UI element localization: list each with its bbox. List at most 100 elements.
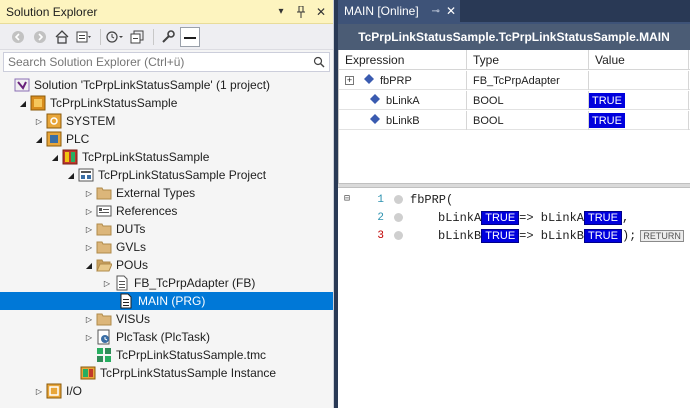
collapsed-arrow-icon[interactable]: ▷ bbox=[32, 382, 46, 400]
tree-node-external-types[interactable]: ▷ External Types bbox=[0, 184, 333, 202]
properties-wrench-icon[interactable] bbox=[158, 27, 178, 47]
search-dropdown-icon[interactable] bbox=[309, 56, 329, 68]
variable-icon bbox=[370, 114, 380, 127]
tab-close-icon[interactable]: ✕ bbox=[446, 4, 456, 18]
pending-changes-filter-icon[interactable] bbox=[105, 27, 125, 47]
collapsed-arrow-icon[interactable]: ▷ bbox=[82, 184, 96, 202]
expand-plus-icon[interactable]: + bbox=[345, 76, 354, 85]
pou-file-icon bbox=[114, 275, 130, 291]
tree-node-visus[interactable]: ▷ VISUs bbox=[0, 310, 333, 328]
tree-node-main-prg[interactable]: MAIN (PRG) bbox=[0, 292, 333, 310]
tab-main-online[interactable]: MAIN [Online] ⊸ ✕ bbox=[338, 0, 460, 22]
collapse-all-icon[interactable] bbox=[127, 27, 147, 47]
tree-node-references[interactable]: ▷ References bbox=[0, 202, 333, 220]
column-header-type[interactable]: Type bbox=[467, 50, 589, 70]
tree-node-system[interactable]: ▷ SYSTEM bbox=[0, 112, 333, 130]
tree-node-plc[interactable]: ◢ PLC bbox=[0, 130, 333, 148]
tree-node-plc-project[interactable]: ◢ TcPrpLinkStatusSample bbox=[0, 148, 333, 166]
breakpoint-marker-icon[interactable] bbox=[394, 195, 403, 204]
code-line-2[interactable]: 2 bLinkA TRUE => bLinkA TRUE, bbox=[338, 208, 690, 227]
instance-path-header: TcPrpLinkStatusSample.TcPrpLinkStatusSam… bbox=[338, 24, 690, 50]
twincat-project-icon bbox=[30, 95, 46, 111]
tree-node-solution[interactable]: Solution 'TcPrpLinkStatusSample' (1 proj… bbox=[0, 76, 333, 94]
line-number: 1 bbox=[377, 193, 384, 206]
back-button[interactable] bbox=[8, 27, 28, 47]
tmc-icon bbox=[96, 347, 112, 363]
tree-node-pous[interactable]: ◢ POUs bbox=[0, 256, 333, 274]
preview-selected-items-icon[interactable] bbox=[180, 26, 200, 47]
code-editor[interactable]: ⊟ 1 fbPRP( 2 bLinkA TRUE => bLinkA TRUE, 3 … bbox=[338, 188, 690, 408]
home-icon[interactable] bbox=[52, 27, 72, 47]
code-line-1[interactable]: ⊟ 1 fbPRP( bbox=[338, 190, 690, 209]
plc-project-node-icon bbox=[78, 167, 94, 183]
column-header-value[interactable]: Value bbox=[589, 50, 689, 70]
value-cell[interactable]: TRUE bbox=[589, 111, 689, 130]
tree-node-instance[interactable]: TcPrpLinkStatusSample Instance bbox=[0, 364, 333, 382]
expanded-arrow-icon[interactable]: ◢ bbox=[16, 94, 30, 112]
tree-node-twincat-project[interactable]: ◢ TcPrpLinkStatusSample bbox=[0, 94, 333, 112]
line-number: 3 bbox=[377, 229, 384, 242]
value-cell[interactable] bbox=[589, 71, 689, 90]
expanded-arrow-icon[interactable]: ◢ bbox=[64, 166, 78, 184]
tree-node-fb-tcprpadapter[interactable]: ▷ FB_TcPrpAdapter (FB) bbox=[0, 274, 333, 292]
code-line-3[interactable]: 3 bLinkB TRUE => bLinkB TRUE); RETURN bbox=[338, 226, 690, 245]
task-icon bbox=[96, 329, 112, 345]
solution-explorer-search-box[interactable] bbox=[3, 52, 330, 72]
collapsed-arrow-icon[interactable]: ▷ bbox=[82, 238, 96, 256]
main-online-editor: MAIN [Online] ⊸ ✕ TcPrpLinkStatusSample.… bbox=[338, 0, 690, 408]
search-input[interactable] bbox=[4, 53, 309, 71]
instance-icon bbox=[80, 365, 96, 381]
code-text: bLinkB bbox=[438, 228, 482, 243]
watch-row-blinkb[interactable]: bLinkB BOOL TRUE bbox=[339, 111, 690, 130]
declaration-watch-table: Expression Type Value + fbPRP FB_TcPrpAd… bbox=[338, 50, 690, 183]
references-icon bbox=[96, 203, 112, 219]
value-cell[interactable]: TRUE bbox=[589, 91, 689, 110]
folder-icon bbox=[96, 185, 112, 201]
expression-text: fbPRP bbox=[380, 74, 412, 87]
solution-explorer-title: Solution Explorer bbox=[6, 4, 98, 19]
tree-node-tmc-file[interactable]: TcPrpLinkStatusSample.tmc bbox=[0, 346, 333, 364]
tab-pin-icon[interactable]: ⊸ bbox=[432, 6, 440, 17]
solution-icon bbox=[14, 77, 30, 93]
system-icon bbox=[46, 113, 62, 129]
forward-button[interactable] bbox=[30, 27, 50, 47]
collapsed-arrow-icon[interactable]: ▷ bbox=[82, 202, 96, 220]
tree-node-plctask[interactable]: ▷ PlcTask (PlcTask) bbox=[0, 328, 333, 346]
breakpoint-marker-icon[interactable] bbox=[394, 231, 403, 240]
watch-row-fbprp[interactable]: + fbPRP FB_TcPrpAdapter bbox=[339, 71, 690, 90]
solution-explorer-toolbar bbox=[0, 24, 333, 50]
inline-online-value: TRUE bbox=[481, 228, 520, 243]
collapsed-arrow-icon[interactable]: ▷ bbox=[82, 310, 96, 328]
switch-views-icon[interactable] bbox=[74, 27, 94, 47]
expanded-arrow-icon[interactable]: ◢ bbox=[48, 148, 62, 166]
collapsed-arrow-icon[interactable]: ▷ bbox=[32, 112, 46, 130]
type-cell: BOOL bbox=[467, 111, 589, 130]
line-number: 2 bbox=[377, 211, 384, 224]
window-position-dropdown-icon[interactable]: ▾ bbox=[273, 4, 289, 20]
close-icon[interactable]: ✕ bbox=[313, 4, 329, 20]
tree-node-duts[interactable]: ▷ DUTs bbox=[0, 220, 333, 238]
fold-collapse-icon[interactable]: ⊟ bbox=[344, 194, 354, 205]
expanded-arrow-icon[interactable]: ◢ bbox=[82, 256, 96, 274]
expression-text: bLinkA bbox=[386, 94, 420, 107]
code-text: ); bbox=[621, 228, 637, 243]
io-icon bbox=[46, 383, 62, 399]
tree-node-plc-project-node[interactable]: ◢ TcPrpLinkStatusSample Project bbox=[0, 166, 333, 184]
collapsed-arrow-icon[interactable]: ▷ bbox=[82, 220, 96, 238]
breakpoint-marker-icon[interactable] bbox=[394, 213, 403, 222]
tree-node-gvls[interactable]: ▷ GVLs bbox=[0, 238, 333, 256]
expression-text: bLinkB bbox=[386, 114, 420, 127]
collapsed-arrow-icon[interactable]: ▷ bbox=[82, 328, 96, 346]
folder-icon bbox=[96, 239, 112, 255]
variable-icon bbox=[370, 94, 380, 107]
column-header-expression[interactable]: Expression bbox=[339, 50, 467, 70]
online-value-badge: TRUE bbox=[589, 93, 625, 108]
pin-icon[interactable] bbox=[293, 4, 309, 20]
solution-explorer-titlebar: Solution Explorer ▾ ✕ bbox=[0, 0, 333, 24]
collapsed-arrow-icon[interactable]: ▷ bbox=[100, 274, 114, 292]
code-text: bLinkA bbox=[438, 210, 482, 225]
tree-node-io[interactable]: ▷ I/O bbox=[0, 382, 333, 400]
watch-row-blinka[interactable]: bLinkA BOOL TRUE bbox=[339, 91, 690, 110]
expanded-arrow-icon[interactable]: ◢ bbox=[32, 130, 46, 148]
tab-label: MAIN [Online] bbox=[344, 4, 419, 18]
